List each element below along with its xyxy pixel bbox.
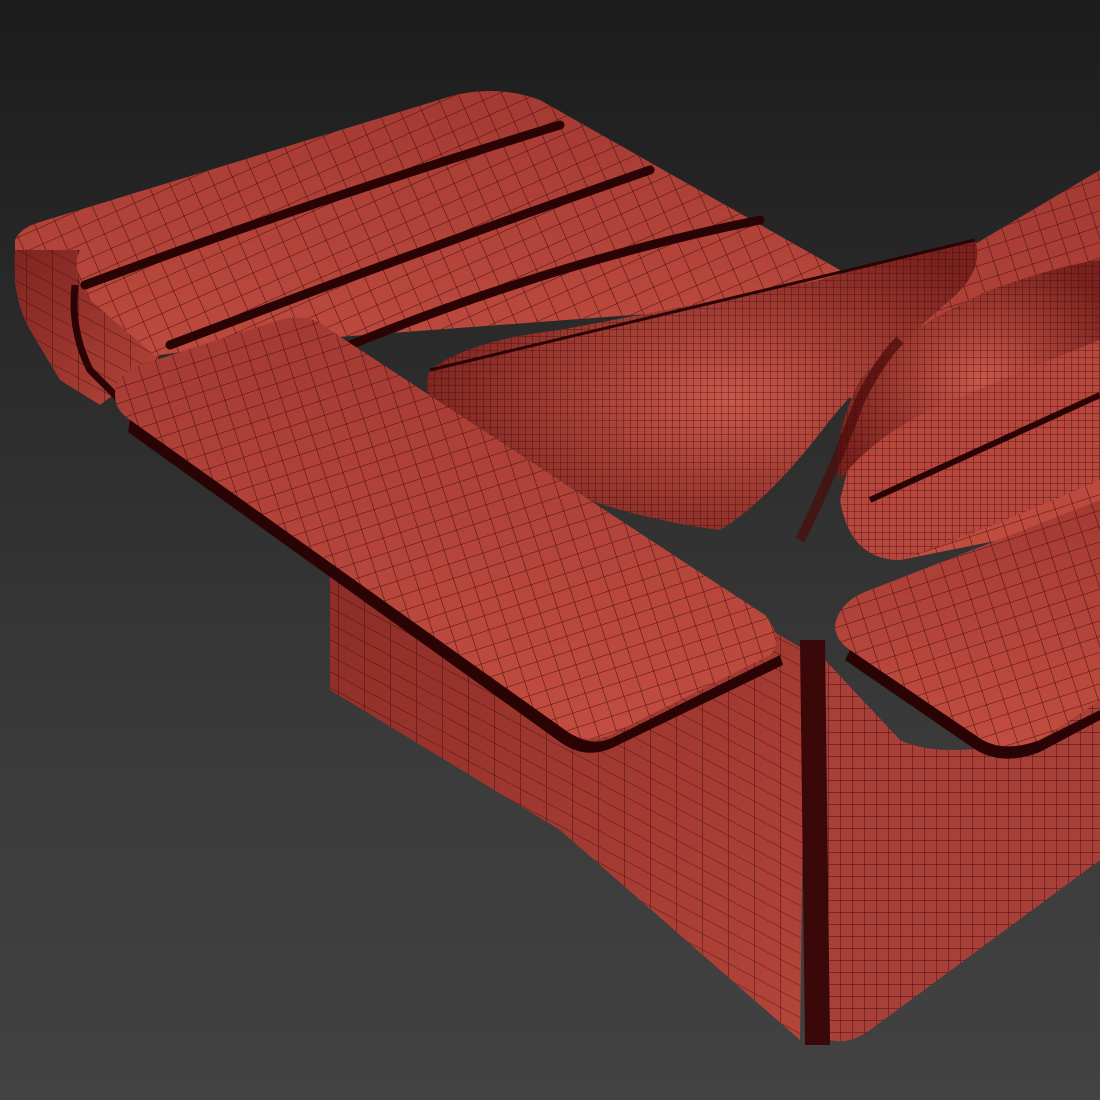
sofa-render [14, 91, 1100, 1045]
3d-viewport [0, 0, 1100, 1100]
